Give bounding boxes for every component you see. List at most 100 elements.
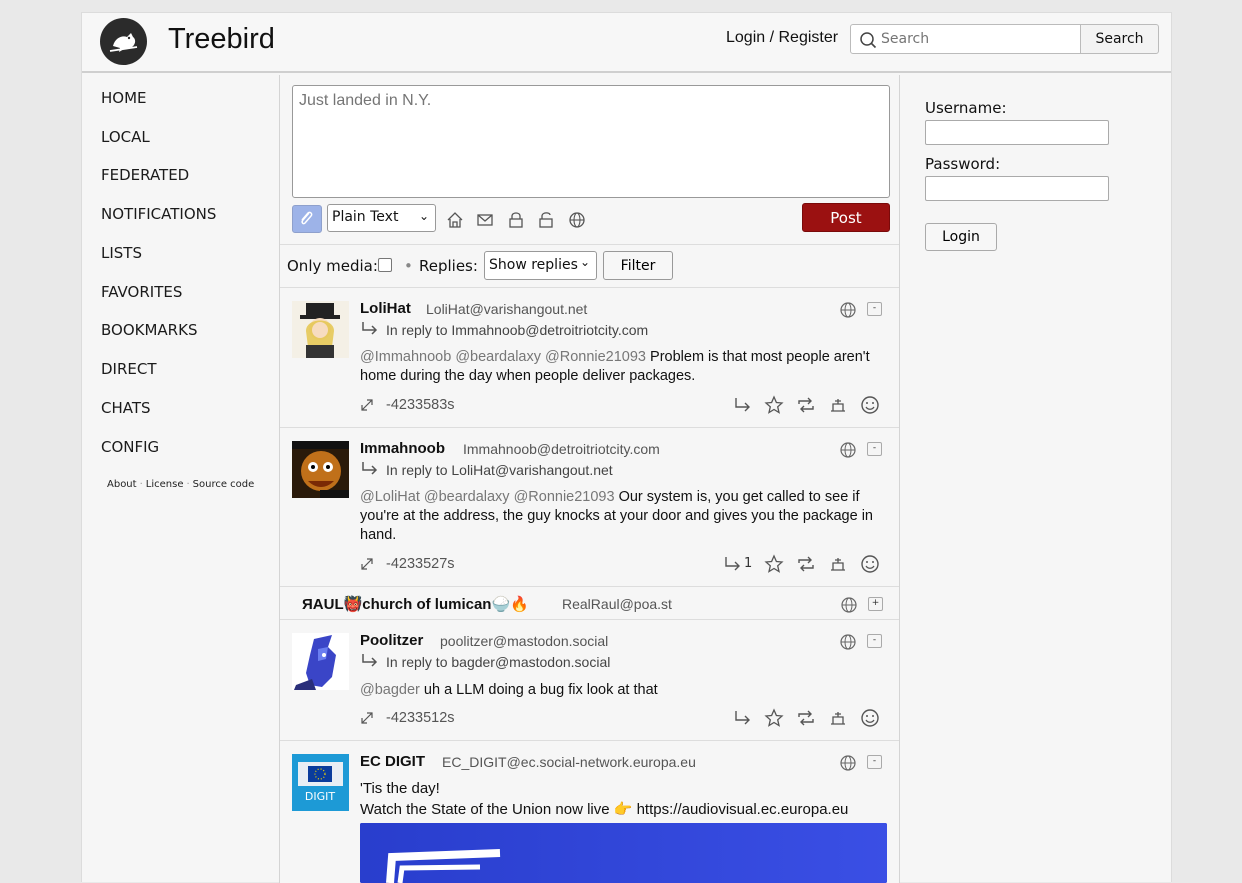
page: Treebird Login / Register Search HOME LO… xyxy=(81,12,1172,883)
star-icon[interactable] xyxy=(764,554,784,574)
mail-icon[interactable] xyxy=(476,211,494,229)
content-type-value: Plain Text xyxy=(332,209,399,225)
search-field[interactable] xyxy=(850,24,1081,54)
collapse-button[interactable]: - xyxy=(867,755,882,769)
reply-arrow-icon xyxy=(362,654,378,667)
post-age[interactable]: -4233527s xyxy=(386,556,455,572)
in-reply-to[interactable]: In reply to Immahnoob@detroitriotcity.co… xyxy=(360,322,648,338)
unlock-icon[interactable] xyxy=(537,211,555,229)
collapse-button[interactable]: - xyxy=(867,634,882,648)
post-author-name[interactable]: EC DIGIT xyxy=(360,753,425,770)
compose-textarea[interactable] xyxy=(293,86,889,197)
emoji-react-icon[interactable] xyxy=(860,708,880,728)
in-reply-to[interactable]: In reply to bagder@mastodon.social xyxy=(360,654,610,670)
reply-count: 1 xyxy=(744,556,753,571)
quote-icon[interactable] xyxy=(828,554,848,574)
repeat-icon[interactable] xyxy=(796,708,816,728)
brand-title[interactable]: Treebird xyxy=(168,23,275,56)
sidebar: HOME LOCAL FEDERATED NOTIFICATIONS LISTS… xyxy=(82,75,279,883)
post-author-name[interactable]: Immahnoob xyxy=(360,440,445,457)
post-text-line: 'Tis the day! xyxy=(360,780,440,797)
expand-icon[interactable] xyxy=(360,557,374,571)
sidebar-item-federated[interactable]: FEDERATED xyxy=(101,166,189,184)
reply-icon[interactable] xyxy=(722,554,742,574)
username-label: Username: xyxy=(925,99,1007,117)
post-author-handle[interactable]: LoliHat@varishangout.net xyxy=(426,301,587,317)
post-age[interactable]: -4233512s xyxy=(386,710,455,726)
collapse-button[interactable]: - xyxy=(867,302,882,316)
post-author-handle[interactable]: RealRaul@poa.st xyxy=(562,596,672,612)
avatar[interactable] xyxy=(292,301,349,358)
replies-select[interactable]: Show replies ⌄ xyxy=(484,251,597,280)
license-link[interactable]: License xyxy=(146,479,184,490)
content-type-select[interactable]: Plain Text ⌄ xyxy=(327,204,436,232)
reply-arrow-icon xyxy=(362,322,378,335)
quote-icon[interactable] xyxy=(828,395,848,415)
sidebar-item-bookmarks[interactable]: BOOKMARKS xyxy=(101,321,197,339)
reply-arrow-icon xyxy=(362,462,378,475)
post-button[interactable]: Post xyxy=(802,203,890,232)
mention-links[interactable]: @LoliHat @beardalaxy @Ronnie21093 xyxy=(360,489,615,505)
attach-file-button[interactable] xyxy=(292,205,322,233)
post-media-image[interactable] xyxy=(360,823,887,883)
login-register-link[interactable]: Login / Register xyxy=(726,29,838,47)
globe-icon[interactable] xyxy=(568,211,586,229)
collapse-button[interactable]: - xyxy=(867,442,882,456)
expand-icon[interactable] xyxy=(360,398,374,412)
source-code-link[interactable]: Source code xyxy=(193,479,255,490)
post-age[interactable]: -4233583s xyxy=(386,397,455,413)
password-field[interactable] xyxy=(925,176,1109,201)
post-link-line[interactable]: Watch the State of the Union now live 👉 … xyxy=(360,799,887,820)
post-author-name[interactable]: LoliHat xyxy=(360,300,411,317)
sidebar-item-chats[interactable]: CHATS xyxy=(101,399,151,417)
post-author-name[interactable]: ЯAUL👹church of lumican🍚🔥 xyxy=(302,595,529,613)
post-author-handle[interactable]: EC_DIGIT@ec.social-network.europa.eu xyxy=(442,754,696,770)
header: Treebird Login / Register Search xyxy=(82,13,1171,73)
filter-button[interactable]: Filter xyxy=(603,251,673,280)
repeat-icon[interactable] xyxy=(796,554,816,574)
sidebar-item-lists[interactable]: LISTS xyxy=(101,244,142,262)
expand-button[interactable]: + xyxy=(868,597,883,611)
post-item: Immahnoob Immahnoob@detroitriotcity.com … xyxy=(280,429,899,587)
username-field[interactable] xyxy=(925,120,1109,145)
sidebar-item-direct[interactable]: DIRECT xyxy=(101,360,157,378)
star-icon[interactable] xyxy=(764,395,784,415)
treebird-logo[interactable] xyxy=(100,18,147,65)
quote-icon[interactable] xyxy=(828,708,848,728)
sidebar-item-favorites[interactable]: FAVORITES xyxy=(101,283,182,301)
avatar[interactable]: DIGIT xyxy=(292,754,349,811)
post-author-handle[interactable]: Immahnoob@detroitriotcity.com xyxy=(463,441,660,457)
home-icon[interactable] xyxy=(446,211,464,229)
expand-icon[interactable] xyxy=(360,711,374,725)
reply-icon[interactable] xyxy=(732,708,752,728)
post-author-name[interactable]: Poolitzer xyxy=(360,632,423,649)
compose-box[interactable] xyxy=(292,85,890,198)
search-icon xyxy=(860,32,877,49)
sidebar-item-local[interactable]: LOCAL xyxy=(101,128,150,146)
lock-icon[interactable] xyxy=(507,211,525,229)
chevron-down-icon: ⌄ xyxy=(579,255,590,269)
login-button[interactable]: Login xyxy=(925,223,997,251)
sidebar-item-notifications[interactable]: NOTIFICATIONS xyxy=(101,205,216,223)
emoji-react-icon[interactable] xyxy=(860,395,880,415)
sidebar-item-home[interactable]: HOME xyxy=(101,89,147,107)
avatar[interactable] xyxy=(292,441,349,498)
main-column: Plain Text ⌄ Post Only media: • Re xyxy=(279,75,900,883)
post-item: Poolitzer poolitzer@mastodon.social - In… xyxy=(280,621,899,741)
reply-icon[interactable] xyxy=(732,395,752,415)
sidebar-item-config[interactable]: CONFIG xyxy=(101,438,159,456)
search-button[interactable]: Search xyxy=(1080,24,1159,54)
avatar[interactable] xyxy=(292,633,349,690)
post-content: @bagder uh a LLM doing a bug fix look at… xyxy=(360,681,887,700)
emoji-react-icon[interactable] xyxy=(860,554,880,574)
post-author-handle[interactable]: poolitzer@mastodon.social xyxy=(440,633,608,649)
only-media-checkbox[interactable] xyxy=(378,258,392,272)
star-icon[interactable] xyxy=(764,708,784,728)
mention-links[interactable]: @bagder xyxy=(360,682,420,698)
in-reply-to[interactable]: In reply to LoliHat@varishangout.net xyxy=(360,462,613,478)
repeat-icon[interactable] xyxy=(796,395,816,415)
globe-icon xyxy=(840,442,856,458)
search-input[interactable] xyxy=(879,28,1074,50)
about-link[interactable]: About xyxy=(107,479,137,490)
mention-links[interactable]: @Immahnoob @beardalaxy @Ronnie21093 xyxy=(360,349,646,365)
